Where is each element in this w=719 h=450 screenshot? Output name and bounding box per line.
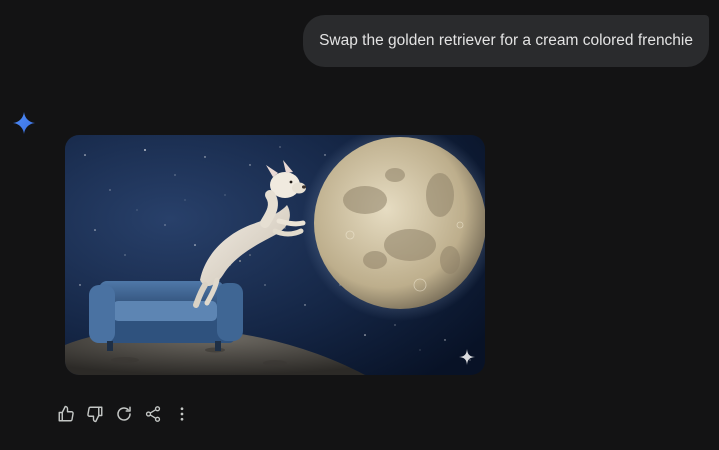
user-message-text: Swap the golden retriever for a cream co… <box>319 32 693 49</box>
user-message-bubble: Swap the golden retriever for a cream co… <box>303 15 709 67</box>
thumbs-down-icon[interactable] <box>83 402 107 426</box>
response-actions <box>54 402 199 426</box>
regenerate-icon[interactable] <box>112 402 136 426</box>
chat-page: Swap the golden retriever for a cream co… <box>0 0 719 450</box>
generated-image[interactable] <box>65 135 485 375</box>
share-icon[interactable] <box>141 402 165 426</box>
more-options-icon[interactable] <box>170 402 194 426</box>
thumbs-up-icon[interactable] <box>54 402 78 426</box>
gemini-sparkle-icon <box>12 111 36 135</box>
